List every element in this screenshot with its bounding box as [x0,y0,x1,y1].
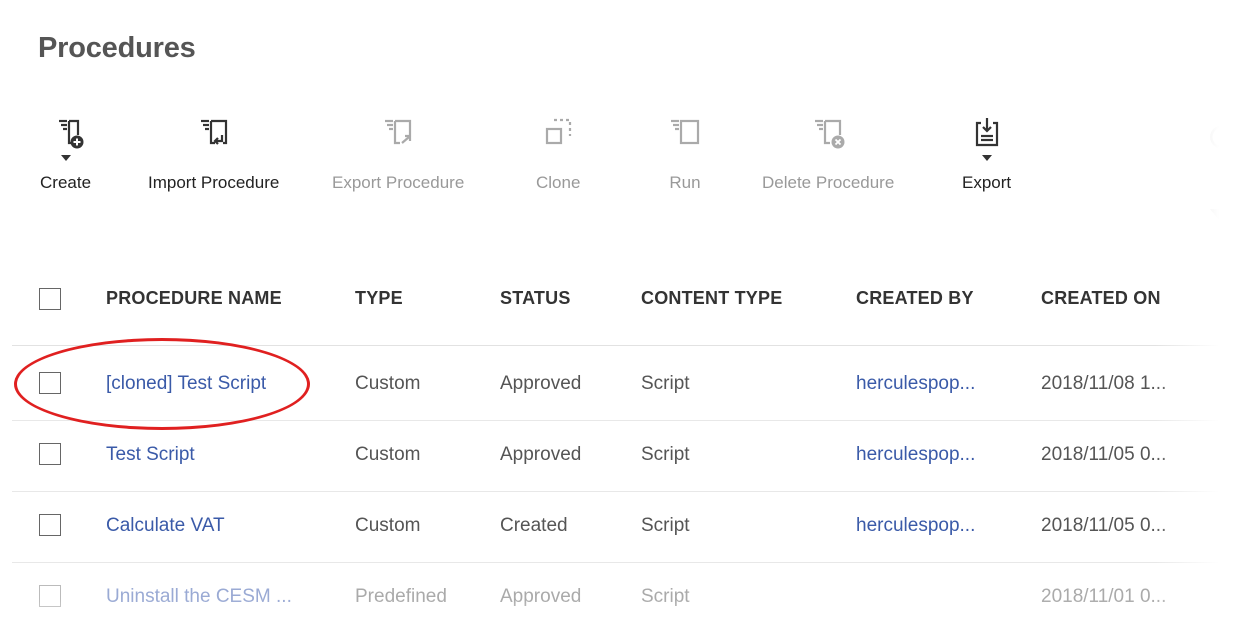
created-on-cell: 2018/11/08 1... [1041,373,1167,394]
row-checkbox[interactable] [39,585,61,607]
table-row[interactable]: Calculate VAT Custom Created Script herc… [12,492,1222,563]
run-label: Run [669,173,701,192]
table-header: PROCEDURE NAME TYPE STATUS CONTENT TYPE … [12,260,1222,346]
row-checkbox[interactable] [39,372,61,394]
procedure-name-link[interactable]: Uninstall the CESM ... [106,586,292,608]
table-row[interactable]: Uninstall the CESM ... Predefined Approv… [12,563,1222,633]
column-header-content-type[interactable]: CONTENT TYPE [641,288,782,309]
clone-button[interactable]: Clone [536,115,580,193]
column-header-created-on[interactable]: CREATED ON [1041,288,1161,309]
create-label: Create [40,173,92,192]
export-procedure-label: Export Procedure [332,173,465,192]
column-header-procedure-name[interactable]: PROCEDURE NAME [106,288,282,309]
create-procedure-icon [58,119,84,149]
procedure-name-link[interactable]: Calculate VAT [106,515,225,537]
export-button[interactable]: Export [962,115,1011,193]
created-by-link[interactable]: herculespop... [856,444,975,466]
export-procedure-icon [385,119,412,145]
delete-procedure-icon [815,119,845,149]
content-type-cell: Script [641,373,690,394]
created-on-cell: 2018/11/05 0... [1041,444,1167,465]
status-cell: Approved [500,373,582,394]
run-button[interactable]: Run [667,115,703,193]
delete-procedure-label: Delete Procedure [762,173,895,192]
content-type-cell: Script [641,586,690,607]
page-title: Procedures [38,32,196,64]
status-cell: Approved [500,586,582,607]
column-header-created-by[interactable]: CREATED BY [856,288,974,309]
toolbar: Create Import Procedure Export Procedure… [0,115,1235,225]
chevron-down-icon [60,155,71,161]
type-cell: Custom [355,373,421,394]
type-cell: Predefined [355,586,447,607]
table-row[interactable]: [cloned] Test Script Custom Approved Scr… [12,350,1222,421]
import-procedure-button[interactable]: Import Procedure [148,115,279,193]
created-on-cell: 2018/11/01 0... [1041,586,1167,607]
status-cell: Approved [500,444,582,465]
column-header-type[interactable]: TYPE [355,288,403,309]
import-procedure-label: Import Procedure [148,173,280,192]
procedure-name-link[interactable]: Test Script [106,444,195,466]
table-row[interactable]: Test Script Custom Approved Script hercu… [12,421,1222,492]
type-cell: Custom [355,444,421,465]
created-by-link[interactable]: herculespop... [856,515,975,537]
row-checkbox[interactable] [39,443,61,465]
run-procedure-icon [671,119,700,145]
clone-icon [546,118,572,145]
row-checkbox[interactable] [39,514,61,536]
export-icon [975,118,998,147]
content-type-cell: Script [641,444,690,465]
delete-procedure-button[interactable]: Delete Procedure [762,115,894,193]
created-on-cell: 2018/11/05 0... [1041,515,1167,536]
select-all-checkbox[interactable] [39,288,61,310]
type-cell: Custom [355,515,421,536]
created-by-link[interactable]: herculespop... [856,373,975,395]
filter-icon[interactable] [1208,205,1235,235]
chevron-down-icon [981,155,992,161]
import-procedure-icon [200,119,227,145]
create-button[interactable]: Create [40,115,91,193]
export-procedure-button[interactable]: Export Procedure [332,115,464,193]
refresh-icon[interactable] [1206,122,1235,152]
clone-label: Clone [536,173,581,192]
content-type-cell: Script [641,515,690,536]
status-cell: Created [500,515,568,536]
column-header-status[interactable]: STATUS [500,288,571,309]
export-label: Export [962,173,1012,192]
procedure-name-link[interactable]: [cloned] Test Script [106,373,266,395]
